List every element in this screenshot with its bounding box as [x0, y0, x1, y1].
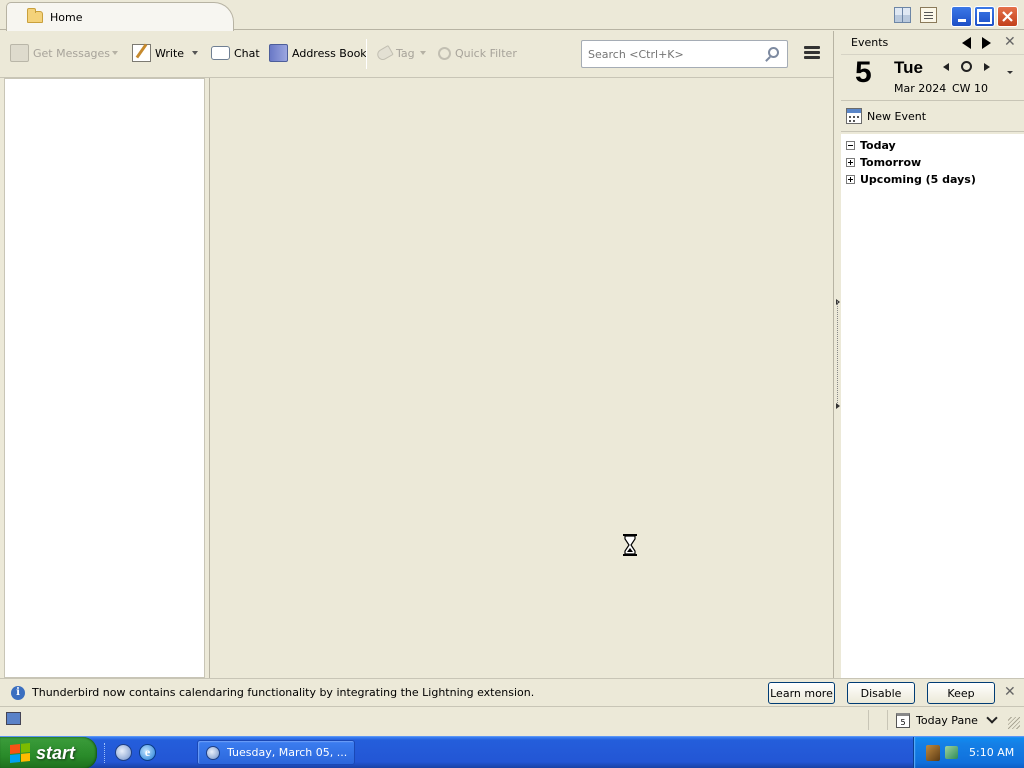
close-icon[interactable]: ✕ [1004, 684, 1016, 700]
next-view-icon[interactable] [982, 37, 991, 49]
calendar-icon: 5 [896, 712, 910, 728]
status-separator [887, 710, 888, 730]
hourglass-cursor-icon [623, 534, 637, 556]
address-book-label: Address Book [292, 46, 367, 60]
day-name: Tue [894, 58, 923, 77]
get-messages-icon [10, 44, 29, 62]
resize-grip[interactable] [1008, 717, 1020, 729]
system-tray: 5:10 AM [913, 737, 1024, 768]
splitter-grip[interactable] [837, 301, 839, 405]
disable-button[interactable]: Disable [847, 682, 915, 704]
tasks-tab-icon[interactable] [920, 7, 937, 23]
main-content-pane [211, 78, 833, 678]
keep-button[interactable]: Keep [927, 682, 995, 704]
expand-icon[interactable] [846, 175, 855, 184]
prev-view-icon[interactable] [962, 37, 971, 49]
mail-toolbar: Get Messages Write Chat Address Book Tag… [0, 31, 840, 78]
learn-more-button[interactable]: Learn more [768, 682, 835, 704]
quick-filter-icon [438, 46, 451, 60]
online-status-icon[interactable] [6, 712, 21, 725]
date-header: 5 Tue Mar 2024 CW 10 [841, 55, 1024, 101]
write-label: Write [155, 46, 185, 60]
notification-bar: i Thunderbird now contains calendaring f… [0, 678, 1024, 706]
tab-bar: Home [0, 0, 1024, 31]
today-pane-header: Events ✕ [841, 31, 1024, 55]
prev-day-icon[interactable] [943, 63, 949, 71]
tab-home[interactable]: Home [6, 2, 234, 31]
thunderbird-icon [206, 745, 220, 760]
quick-filter-label: Quick Filter [455, 46, 517, 60]
info-icon: i [11, 686, 25, 700]
taskbar: start e Tuesday, March 05, ... 5:10 AM [0, 736, 1024, 768]
today-pane: Events ✕ 5 Tue Mar 2024 CW 10 New Event … [841, 31, 1024, 678]
chat-icon [211, 46, 230, 60]
agenda-item-tomorrow[interactable]: Tomorrow [841, 154, 1024, 171]
search-icon[interactable] [768, 47, 779, 58]
app-menu-icon[interactable] [804, 46, 821, 60]
search-box[interactable] [581, 40, 788, 68]
clock[interactable]: 5:10 AM [969, 746, 1014, 759]
calendar-tab-icon[interactable] [894, 7, 911, 23]
today-pane-toggle[interactable]: 5 Today Pane [896, 710, 998, 730]
month-year: Mar 2024 [894, 82, 947, 95]
get-messages-dropdown[interactable] [112, 51, 118, 55]
taskbar-window-title: Tuesday, March 05, ... [227, 746, 348, 759]
internet-explorer-icon[interactable]: e [139, 744, 156, 761]
close-icon[interactable]: ✕ [1004, 34, 1016, 50]
minimize-button[interactable] [951, 6, 972, 27]
close-icon [1002, 11, 1013, 22]
agenda-item-upcoming[interactable]: Upcoming (5 days) [841, 171, 1024, 188]
notification-text: Thunderbird now contains calendaring fun… [32, 686, 535, 699]
tag-dropdown[interactable] [420, 51, 426, 55]
chat-label: Chat [234, 46, 260, 60]
get-messages-label: Get Messages [33, 46, 111, 60]
close-window-button[interactable] [997, 6, 1018, 27]
tray-network-icon[interactable] [945, 746, 958, 759]
quick-launch-separator [104, 743, 107, 763]
expand-icon[interactable] [846, 158, 855, 167]
day-number: 5 [855, 56, 872, 89]
collapse-icon[interactable] [846, 141, 855, 150]
next-day-icon[interactable] [984, 63, 990, 71]
tag-label: Tag [396, 46, 415, 60]
maximize-button[interactable] [974, 6, 995, 27]
tab-home-label: Home [50, 10, 83, 24]
taskbar-window-item[interactable]: Tuesday, March 05, ... [197, 740, 355, 765]
calendar-icon [846, 108, 862, 124]
today-pane-splitter[interactable] [833, 31, 841, 678]
new-event-label: New Event [867, 109, 927, 123]
address-book-icon [269, 44, 288, 62]
folder-pane[interactable] [4, 78, 205, 678]
events-title: Events [851, 36, 889, 49]
quick-filter-button[interactable]: Quick Filter [438, 41, 517, 65]
calendar-week: CW 10 [952, 82, 989, 95]
toolbar-separator [366, 39, 367, 69]
folder-pane-splitter[interactable] [205, 78, 210, 678]
address-book-button[interactable]: Address Book [269, 41, 367, 65]
agenda-list: Today Tomorrow Upcoming (5 days) [841, 134, 1024, 678]
search-input[interactable] [588, 47, 758, 61]
start-label: start [36, 742, 76, 763]
agenda-item-today[interactable]: Today [841, 137, 1024, 154]
chevron-down-icon [986, 712, 998, 724]
start-button[interactable]: start [0, 737, 97, 768]
go-today-icon[interactable] [961, 61, 972, 72]
new-event-button[interactable]: New Event [841, 101, 1024, 132]
folder-icon [27, 8, 43, 23]
write-icon [132, 44, 151, 62]
thunderbird-launch-icon[interactable] [115, 744, 132, 761]
get-messages-button[interactable]: Get Messages [10, 41, 110, 65]
collapse-arrow-icon[interactable] [836, 403, 840, 409]
chat-button[interactable]: Chat [211, 41, 260, 65]
windows-logo-icon [10, 742, 30, 764]
today-pane-label: Today Pane [916, 713, 978, 727]
status-separator [868, 710, 869, 730]
write-button[interactable]: Write [132, 41, 184, 65]
status-bar: 5 Today Pane [0, 706, 1024, 732]
date-menu-icon[interactable] [1007, 71, 1013, 74]
tag-icon [375, 44, 394, 62]
tray-app-icon[interactable] [926, 745, 940, 761]
write-dropdown[interactable] [192, 51, 198, 55]
tag-button[interactable]: Tag [375, 41, 415, 65]
